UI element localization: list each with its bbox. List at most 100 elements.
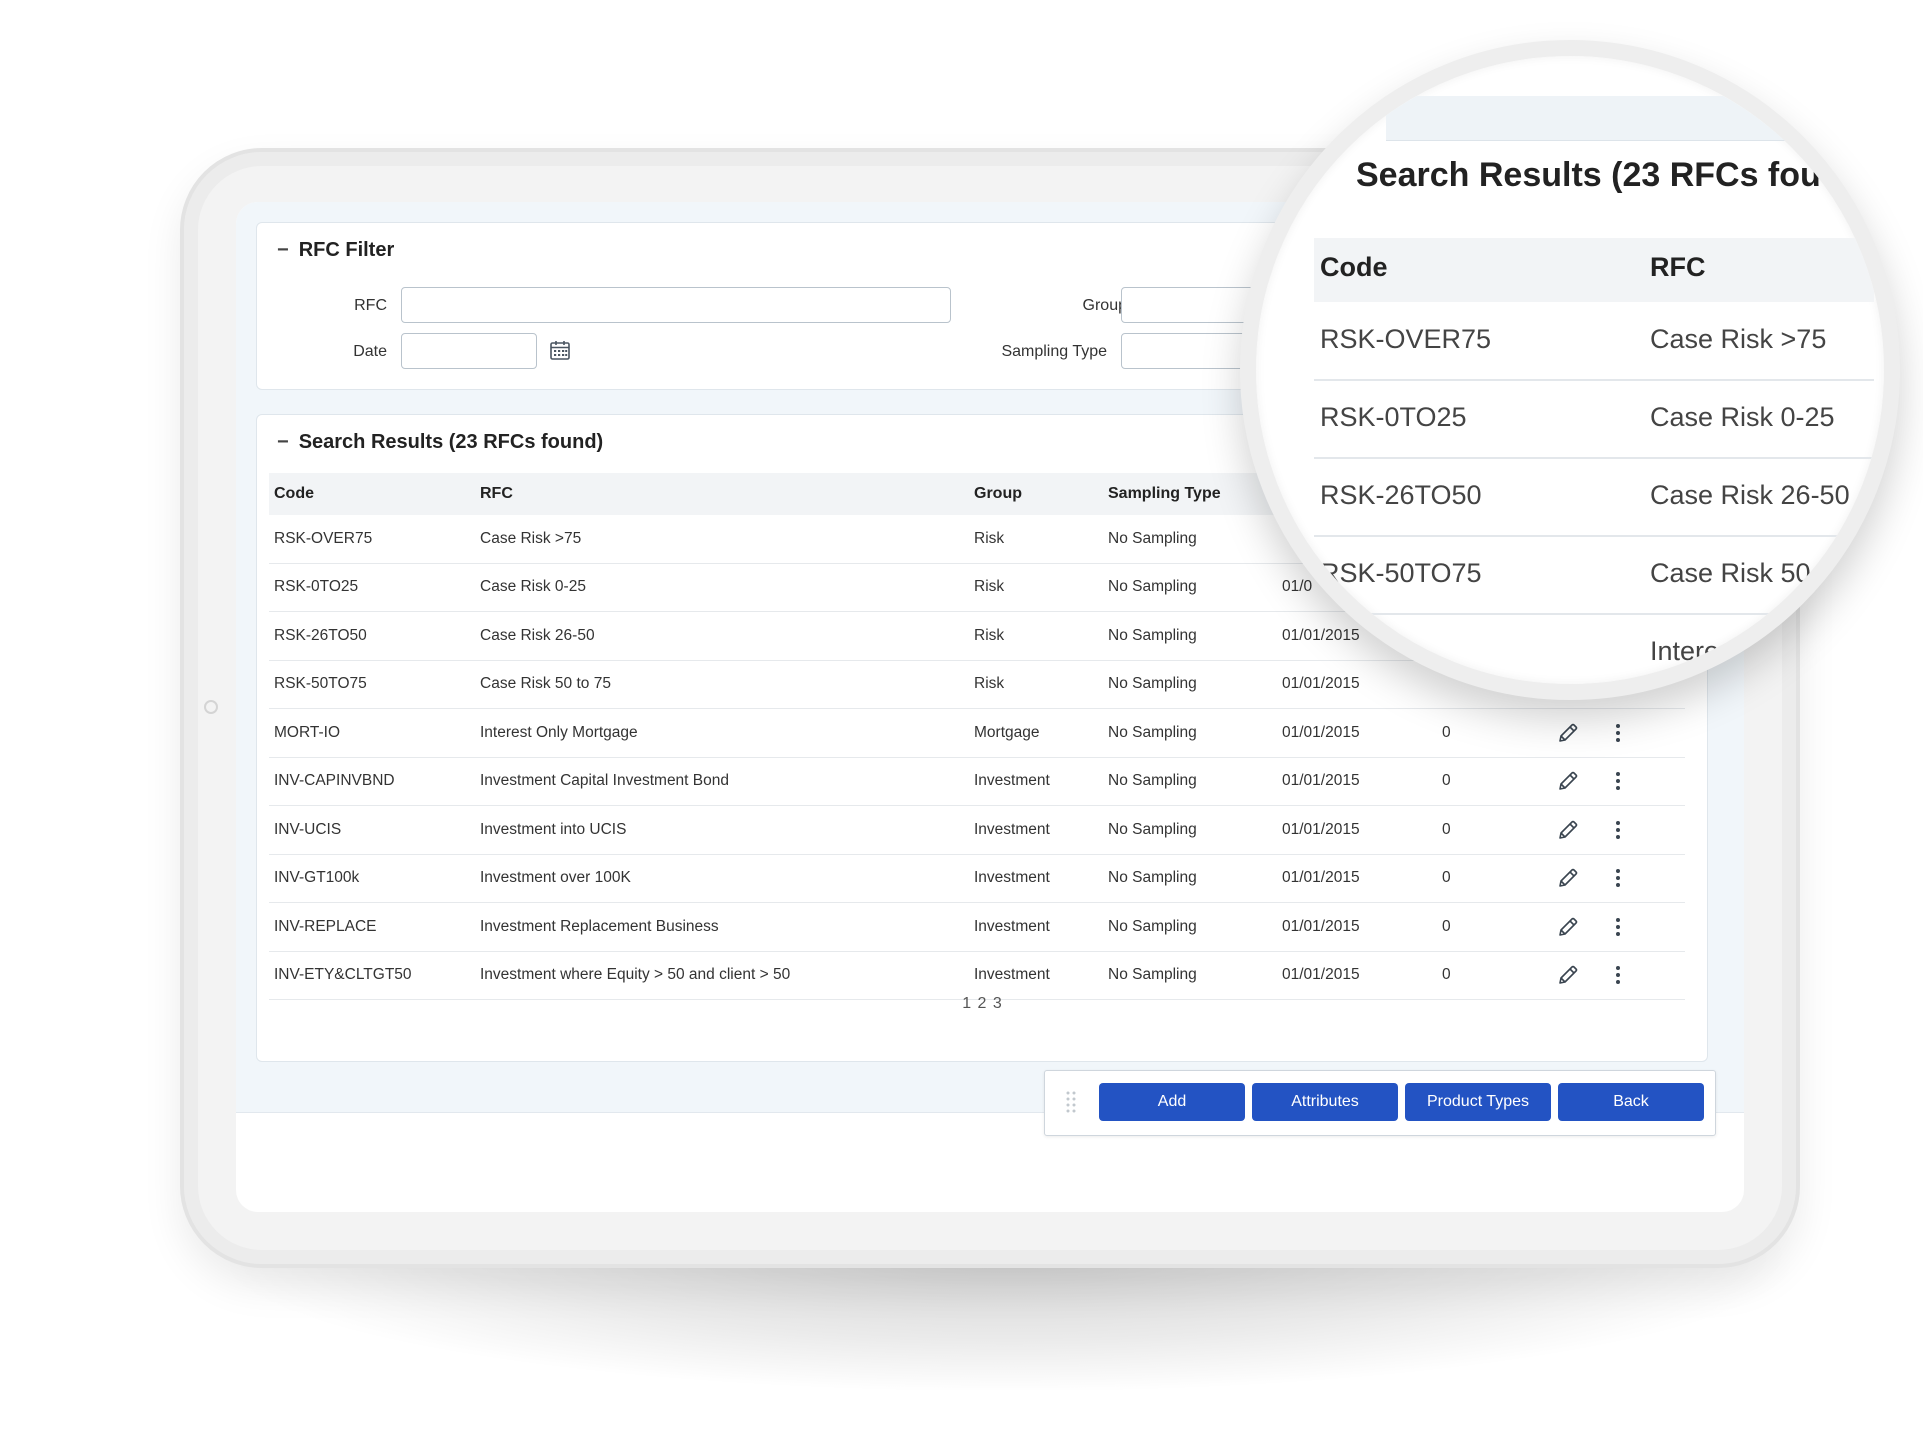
kebab-icon[interactable] xyxy=(1606,769,1630,793)
table-row[interactable]: MORT-IO Interest Only Mortgage Mortgage No … xyxy=(269,708,1685,758)
count-cell: 0 xyxy=(1437,805,1537,855)
code-cell: RSK-26TO50 xyxy=(269,611,475,661)
rfc-cell: Investment over 100K xyxy=(475,854,969,903)
sampling-type-cell: No Sampling xyxy=(1103,805,1277,855)
actions-cell xyxy=(1537,951,1685,1000)
col-group[interactable]: Group xyxy=(969,473,1103,515)
group-cell: Risk xyxy=(969,515,1103,564)
sampling-type-cell: No Sampling xyxy=(1103,902,1277,952)
rfc-filter-title: RFC Filter xyxy=(298,239,395,261)
date-cell: 01/01/2015 xyxy=(1277,805,1437,855)
pencil-icon[interactable] xyxy=(1556,769,1580,793)
date-label: Date xyxy=(353,343,387,360)
table-row[interactable]: INV-REPLACE Investment Replacement Busine… xyxy=(269,902,1685,952)
magnified-col-code: Code xyxy=(1320,252,1388,282)
group-cell: Risk xyxy=(969,660,1103,709)
pencil-icon[interactable] xyxy=(1556,963,1580,987)
pencil-icon[interactable] xyxy=(1556,721,1580,745)
product-types-button[interactable]: Product Types xyxy=(1405,1083,1551,1121)
group-cell: Mortgage xyxy=(969,708,1103,758)
rfc-cell: Case Risk 50 to 75 xyxy=(475,660,969,709)
drag-handle-icon[interactable] xyxy=(1065,1089,1077,1117)
back-button[interactable]: Back xyxy=(1558,1083,1704,1121)
magnified-code-cell: RSK-26TO50 xyxy=(1320,480,1482,510)
code-cell: INV-GT100k xyxy=(269,854,475,903)
count-cell: 0 xyxy=(1437,951,1537,1000)
col-code[interactable]: Code xyxy=(269,473,475,515)
pencil-icon[interactable] xyxy=(1556,818,1580,842)
page-3[interactable]: 3 xyxy=(993,995,1002,1012)
search-results-header[interactable]: − Search Results (23 RFCs found) xyxy=(277,431,603,454)
group-cell: Investment xyxy=(969,757,1103,806)
actions-cell xyxy=(1537,902,1685,952)
magnified-header-row xyxy=(1314,238,1874,302)
page-1[interactable]: 1 xyxy=(962,995,971,1012)
kebab-icon[interactable] xyxy=(1606,963,1630,987)
col-sampling-type[interactable]: Sampling Type xyxy=(1103,473,1277,515)
rfc-input[interactable] xyxy=(401,287,951,323)
sampling-type-cell: No Sampling xyxy=(1103,854,1277,903)
magnified-code-cell: IO xyxy=(1320,636,1349,666)
sampling-type-cell: No Sampling xyxy=(1103,660,1277,709)
magnified-row xyxy=(1314,614,1874,684)
pencil-icon[interactable] xyxy=(1556,915,1580,939)
date-cell: 01/01/2015 xyxy=(1277,757,1437,806)
actions-cell xyxy=(1537,805,1685,855)
code-cell: RSK-50TO75 xyxy=(269,660,475,709)
pagination: 1 2 3 xyxy=(257,995,1707,1013)
collapse-icon[interactable]: − xyxy=(277,239,289,262)
kebab-icon[interactable] xyxy=(1606,721,1630,745)
rfc-cell: Case Risk 0-25 xyxy=(475,563,969,612)
rfc-cell: Interest Only Mortgage xyxy=(475,708,969,758)
sampling-type-cell: No Sampling xyxy=(1103,563,1277,612)
group-cell: Investment xyxy=(969,902,1103,952)
magnified-title: Search Results (23 RFCs fou xyxy=(1356,156,1821,194)
magnified-code-cell: RSK-50TO75 xyxy=(1320,558,1482,588)
rfc-cell: Case Risk >75 xyxy=(475,515,969,564)
collapse-icon[interactable]: − xyxy=(277,431,289,454)
actions-cell xyxy=(1537,708,1685,758)
date-cell: 01/01/2015 xyxy=(1277,708,1437,758)
magnified-rfc-cell: Interes xyxy=(1650,636,1733,666)
count-cell: 0 xyxy=(1437,902,1537,952)
count-cell: 0 xyxy=(1437,854,1537,903)
group-cell: Investment xyxy=(969,854,1103,903)
date-input[interactable] xyxy=(401,333,537,369)
rfc-cell: Investment into UCIS xyxy=(475,805,969,855)
page-2[interactable]: 2 xyxy=(978,995,987,1012)
magnified-code-cell: RSK-0TO25 xyxy=(1320,402,1467,432)
sampling-type-label: Sampling Type xyxy=(1001,343,1107,360)
kebab-icon[interactable] xyxy=(1606,818,1630,842)
rfc-cell: Investment Replacement Business xyxy=(475,902,969,952)
code-cell: INV-REPLACE xyxy=(269,902,475,952)
magnifier-lens: Search Results (23 RFCs fou Code RFC RSK… xyxy=(1240,40,1900,700)
actions-cell xyxy=(1537,854,1685,903)
table-row[interactable]: INV-CAPINVBND Investment Capital Investme… xyxy=(269,757,1685,806)
camera-dot xyxy=(204,700,218,714)
code-cell: RSK-0TO25 xyxy=(269,563,475,612)
table-row[interactable]: INV-UCIS Investment into UCIS Investment No… xyxy=(269,805,1685,855)
search-results-title: Search Results (23 RFCs found) xyxy=(298,431,604,453)
table-row[interactable]: INV-GT100k Investment over 100K Investment… xyxy=(269,854,1685,903)
sampling-type-cell: No Sampling xyxy=(1103,708,1277,758)
action-button-bar: Add Attributes Product Types Back xyxy=(1044,1070,1716,1136)
sampling-type-cell: No Sampling xyxy=(1103,951,1277,1000)
col-rfc[interactable]: RFC xyxy=(475,473,969,515)
add-button[interactable]: Add xyxy=(1099,1083,1245,1121)
calendar-icon[interactable] xyxy=(549,339,571,361)
group-cell: Risk xyxy=(969,611,1103,661)
kebab-icon[interactable] xyxy=(1606,915,1630,939)
table-row[interactable]: INV-ETY&CLTGT50 Investment where Equity >… xyxy=(269,951,1685,1000)
group-cell: Investment xyxy=(969,805,1103,855)
kebab-icon[interactable] xyxy=(1606,866,1630,890)
magnified-col-rfc: RFC xyxy=(1650,252,1706,282)
rfc-cell: Case Risk 26-50 xyxy=(475,611,969,661)
sampling-type-cell: No Sampling xyxy=(1103,757,1277,806)
group-label: Group xyxy=(1082,297,1127,314)
magnified-rfc-cell: Case Risk 0-25 xyxy=(1650,402,1835,432)
date-cell: 01/01/2015 xyxy=(1277,902,1437,952)
pencil-icon[interactable] xyxy=(1556,866,1580,890)
group-cell: Investment xyxy=(969,951,1103,1000)
attributes-button[interactable]: Attributes xyxy=(1252,1083,1398,1121)
rfc-filter-header[interactable]: − RFC Filter xyxy=(277,239,394,262)
